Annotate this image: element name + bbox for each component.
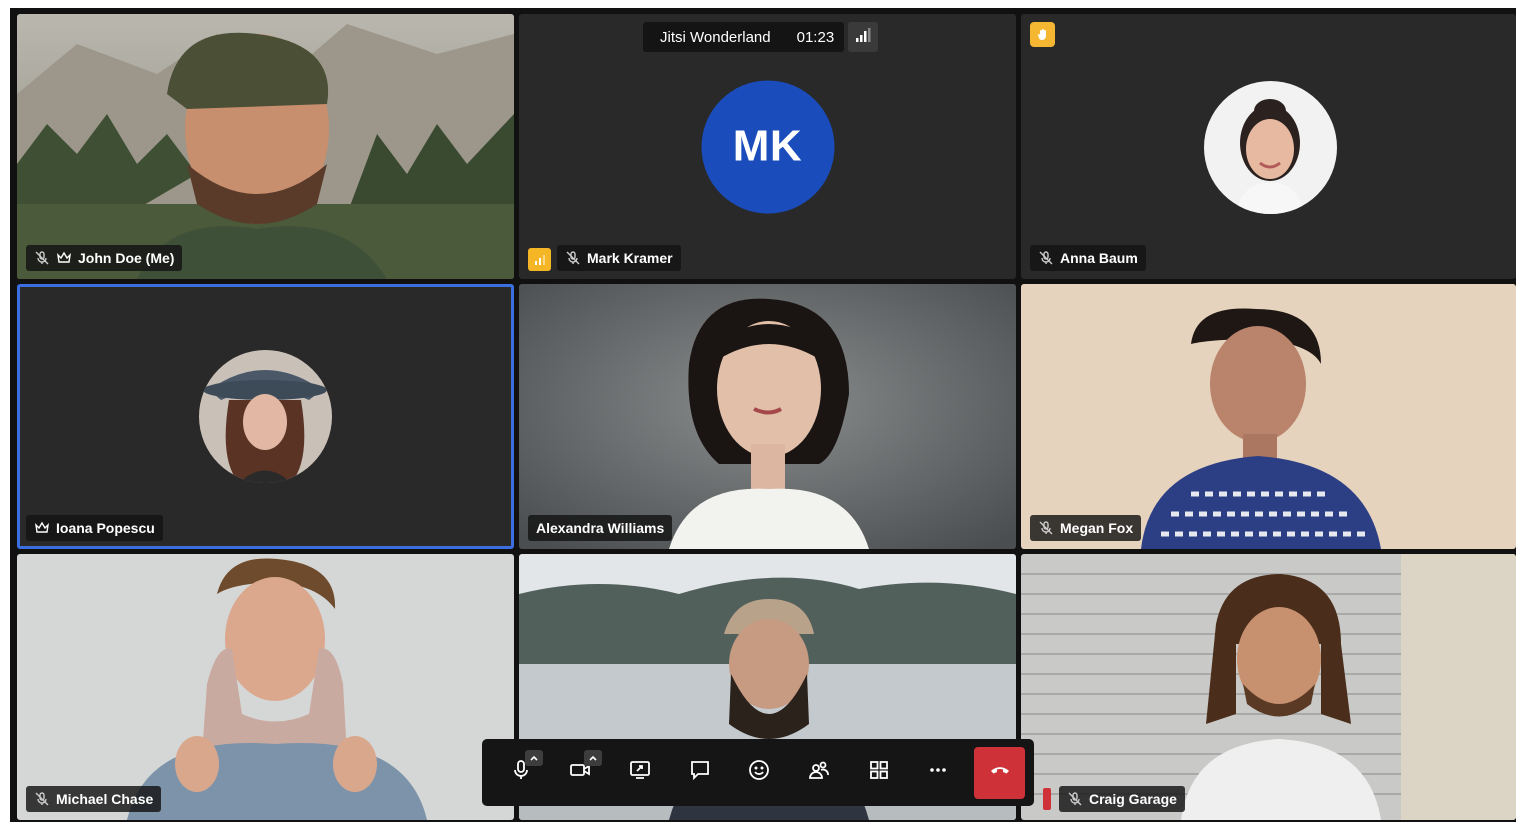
participant-tile-ioana-popescu[interactable]: Ioana Popescu — [17, 284, 514, 549]
video-settings-caret[interactable] — [584, 749, 603, 766]
participant-tile-mark-kramer[interactable]: Jitsi Wonderland 01:23 MK Mark Kramer — [519, 14, 1016, 279]
participant-name: Ioana Popescu — [56, 520, 155, 536]
mic-muted-icon — [1038, 520, 1054, 536]
participant-name: Craig Garage — [1089, 791, 1177, 807]
chat-icon — [689, 759, 711, 786]
participant-tile-craig-garage[interactable]: Craig Garage — [1021, 554, 1516, 820]
meeting-info[interactable]: Jitsi Wonderland 01:23 — [643, 22, 845, 52]
participant-name: Mark Kramer — [587, 250, 673, 266]
participant-nameplate: Michael Chase — [26, 786, 162, 812]
raised-hand-icon — [1030, 22, 1055, 47]
participant-video — [1021, 284, 1516, 549]
microphone-button[interactable] — [491, 747, 551, 799]
reactions-button[interactable] — [730, 747, 790, 799]
mic-muted-icon — [1067, 791, 1083, 807]
participant-nameplate: Alexandra Williams — [528, 515, 673, 541]
grid-icon — [868, 759, 890, 786]
camera-button[interactable] — [551, 747, 611, 799]
meeting-title: Jitsi Wonderland — [660, 28, 771, 46]
moderator-crown-icon — [34, 520, 50, 536]
participant-name: John Doe (Me) — [78, 250, 175, 266]
participant-name: Michael Chase — [56, 791, 154, 807]
participant-tile-megan-fox[interactable]: Megan Fox — [1021, 284, 1516, 549]
participant-nameplate: Megan Fox — [1030, 515, 1142, 541]
participant-video — [17, 14, 514, 279]
participant-video — [17, 554, 514, 820]
connection-indicator[interactable] — [848, 22, 879, 52]
participant-video — [519, 284, 1016, 549]
mic-muted-icon — [1038, 250, 1054, 266]
mic-muted-icon — [565, 250, 581, 266]
participant-avatar — [1204, 81, 1337, 214]
participant-tile-john-doe[interactable]: John Doe (Me) — [17, 14, 514, 279]
participant-nameplate: Ioana Popescu — [26, 515, 163, 541]
participant-avatar-initials: MK — [701, 80, 834, 213]
leave-meeting-button[interactable] — [974, 746, 1025, 799]
audio-settings-caret[interactable] — [524, 749, 543, 766]
connection-status-badge[interactable] — [1043, 788, 1051, 810]
share-screen-icon — [629, 759, 651, 786]
participant-name: Anna Baum — [1060, 250, 1138, 266]
share-screen-button[interactable] — [610, 747, 670, 799]
connection-status-badge[interactable] — [528, 248, 551, 271]
meeting-toolbar — [482, 739, 1034, 806]
participant-nameplate: John Doe (Me) — [26, 245, 183, 271]
hang-up-phone-icon — [989, 759, 1011, 786]
more-dots-icon — [927, 759, 949, 786]
participants-icon — [808, 759, 830, 786]
mic-muted-icon — [34, 250, 50, 266]
meeting-header: Jitsi Wonderland 01:23 — [643, 22, 879, 52]
mic-muted-icon — [34, 791, 50, 807]
video-grid: John Doe (Me) Jitsi Wonderland 01:23 MK … — [10, 8, 1516, 822]
participant-nameplate: Mark Kramer — [557, 245, 681, 271]
participant-tile-anna-baum[interactable]: Anna Baum — [1021, 14, 1516, 279]
participant-tile-alexandra-williams[interactable]: Alexandra Williams — [519, 284, 1016, 549]
participant-tile-michael-chase[interactable]: Michael Chase — [17, 554, 514, 820]
more-options-button[interactable] — [908, 747, 968, 799]
participant-video — [1021, 554, 1516, 820]
participant-nameplate: Craig Garage — [1059, 786, 1185, 812]
meeting-timer: 01:23 — [796, 28, 835, 46]
moderator-crown-icon — [56, 250, 72, 266]
signal-bars-icon — [855, 27, 871, 47]
tile-view-button[interactable] — [849, 747, 909, 799]
participant-name: Alexandra Williams — [536, 520, 665, 536]
participant-avatar — [199, 350, 332, 483]
participant-name: Megan Fox — [1060, 520, 1134, 536]
participant-nameplate: Anna Baum — [1030, 245, 1146, 271]
smiley-icon — [748, 759, 770, 786]
chat-button[interactable] — [670, 747, 730, 799]
participants-button[interactable] — [789, 747, 849, 799]
